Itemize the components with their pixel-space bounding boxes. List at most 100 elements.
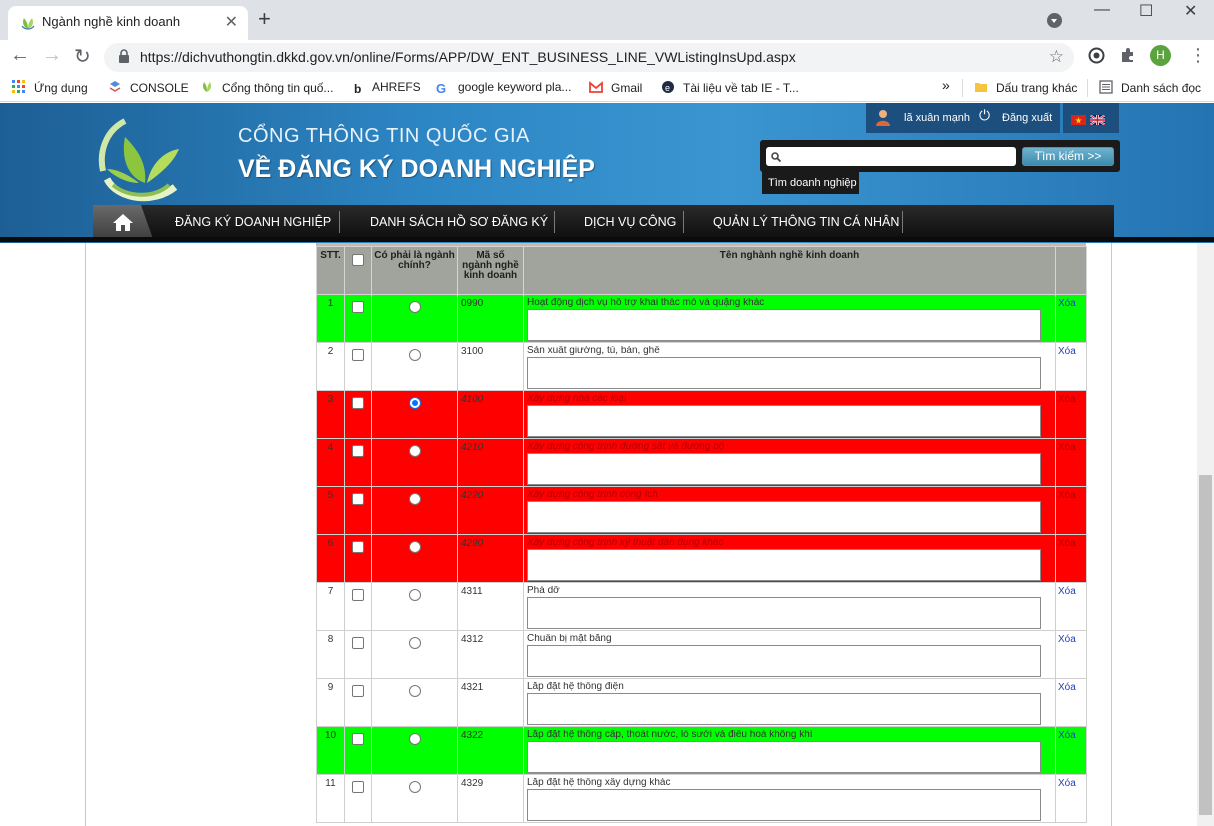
row-checkbox[interactable] — [352, 685, 364, 697]
bookmark-cong-thong-tin[interactable]: Cổng thông tin quố... — [200, 80, 333, 95]
business-line-detail-textarea[interactable] — [527, 357, 1041, 389]
delete-link[interactable]: Xóa — [1058, 442, 1076, 453]
main-line-radio[interactable] — [408, 589, 421, 601]
forward-arrow-icon[interactable]: → — [42, 44, 62, 67]
table-row: 2 3100 Sản xuất giường, tủ, bàn, ghế Xóa — [316, 342, 1087, 391]
delete-link[interactable]: Xóa — [1058, 490, 1076, 501]
business-line-detail-textarea[interactable] — [527, 405, 1041, 437]
business-line-detail-textarea[interactable] — [527, 549, 1041, 581]
logout-link[interactable]: Đăng xuất — [1002, 112, 1052, 124]
bookmark-ahrefs[interactable]: b AHREFS — [354, 80, 421, 96]
folder-icon — [975, 83, 987, 92]
window-minimize-icon[interactable]: — — [1094, 1, 1110, 19]
header-stt: STT. — [316, 246, 345, 295]
main-line-radio[interactable] — [408, 685, 421, 697]
row-code: 4210 — [457, 438, 524, 487]
vietnam-flag-icon[interactable] — [1071, 115, 1086, 125]
window-close-icon[interactable]: ✕ — [1184, 1, 1197, 21]
main-line-radio[interactable] — [408, 301, 421, 313]
bookmark-star-icon[interactable]: ☆ — [1049, 47, 1064, 67]
tab-close-icon[interactable]: ✕ — [225, 12, 238, 32]
row-checkbox[interactable] — [352, 397, 364, 409]
page-scrollbar[interactable] — [1197, 243, 1214, 826]
delete-link[interactable]: Xóa — [1058, 730, 1076, 741]
bookmark-console[interactable]: CONSOLE — [108, 80, 189, 95]
main-line-radio[interactable] — [408, 781, 421, 793]
browser-menu-icon[interactable]: ⋮ — [1189, 45, 1207, 66]
delete-link[interactable]: Xóa — [1058, 586, 1076, 597]
business-line-detail-textarea[interactable] — [527, 309, 1041, 341]
reading-list-icon — [1099, 80, 1113, 94]
main-line-radio[interactable] — [408, 349, 421, 361]
row-checkbox[interactable] — [352, 349, 364, 361]
back-arrow-icon[interactable]: ← — [10, 44, 30, 67]
tab-search-icon[interactable] — [1047, 13, 1062, 28]
home-button[interactable] — [93, 205, 153, 239]
user-name-link[interactable]: lã xuân mạnh — [904, 112, 970, 124]
business-line-detail-textarea[interactable] — [527, 645, 1041, 677]
bookmark-google-keyword[interactable]: Ggoogle keyword pla... — [436, 80, 571, 96]
row-name-cell: Xây dựng công trình đường sắt và đường b… — [523, 438, 1056, 487]
nav-personal-info[interactable]: QUẢN LÝ THÔNG TIN CÁ NHÂN — [713, 215, 899, 229]
puzzle-extensions-icon[interactable] — [1120, 47, 1136, 63]
browser-tab-active[interactable]: Ngành nghề kinh doanh ✕ — [8, 6, 248, 40]
business-line-detail-textarea[interactable] — [527, 453, 1041, 485]
nav-business-registration[interactable]: ĐĂNG KÝ DOANH NGHIỆP — [175, 215, 331, 229]
window-maximize-icon[interactable]: ☐ — [1139, 1, 1153, 21]
main-line-radio[interactable] — [408, 637, 421, 649]
delete-link[interactable]: Xóa — [1058, 634, 1076, 645]
select-all-checkbox[interactable] — [352, 254, 364, 266]
row-checkbox[interactable] — [352, 589, 364, 601]
user-bar: lã xuân mạnh ⏻ Đăng xuất — [866, 103, 1060, 133]
business-line-detail-textarea[interactable] — [527, 597, 1041, 629]
delete-link[interactable]: Xóa — [1058, 298, 1076, 309]
nav-public-services[interactable]: DỊCH VỤ CÔNG — [584, 215, 676, 229]
uk-flag-icon[interactable] — [1090, 115, 1105, 125]
delete-link[interactable]: Xóa — [1058, 682, 1076, 693]
bookmark-other-folder[interactable]: Dấu trang khác — [974, 80, 1077, 95]
main-line-radio[interactable] — [408, 733, 421, 745]
search-enterprise-tab[interactable]: Tìm doanh nghiệp — [762, 172, 859, 194]
search-icon — [771, 152, 781, 162]
bookmark-gmail[interactable]: Gmail — [589, 80, 642, 95]
delete-link[interactable]: Xóa — [1058, 538, 1076, 549]
row-checkbox[interactable] — [352, 781, 364, 793]
main-line-radio[interactable] — [408, 493, 421, 505]
row-checkbox[interactable] — [352, 445, 364, 457]
row-checkbox[interactable] — [352, 301, 364, 313]
bookmark-apps[interactable]: Ứng dụng — [12, 80, 88, 95]
business-line-detail-textarea[interactable] — [527, 501, 1041, 533]
nav-registration-list[interactable]: DANH SÁCH HỒ SƠ ĐĂNG KÝ — [370, 215, 548, 229]
row-checkbox[interactable] — [352, 637, 364, 649]
business-line-detail-textarea[interactable] — [527, 741, 1041, 773]
search-button[interactable]: Tìm kiếm >> — [1022, 147, 1114, 166]
extension-circle-icon[interactable] — [1088, 47, 1105, 64]
delete-link[interactable]: Xóa — [1058, 346, 1076, 357]
row-stt: 8 — [316, 630, 345, 679]
scrollbar-thumb[interactable] — [1199, 475, 1212, 815]
bookmark-ie-tab[interactable]: e Tài liệu về tab IE - T... — [661, 80, 799, 95]
business-line-detail-textarea[interactable] — [527, 693, 1041, 725]
address-bar[interactable]: https://dichvuthongtin.dkkd.gov.vn/onlin… — [104, 43, 1074, 72]
row-checkbox[interactable] — [352, 541, 364, 553]
power-icon[interactable]: ⏻ — [979, 107, 990, 124]
main-line-radio[interactable] — [408, 541, 421, 553]
bookmarks-overflow-chevron-icon[interactable]: » — [942, 77, 950, 93]
new-tab-plus-icon[interactable]: + — [258, 6, 271, 32]
business-line-name: Xây dựng công trình công ích — [527, 490, 658, 500]
reading-list-button[interactable]: Danh sách đọc — [1099, 80, 1201, 95]
row-checkbox[interactable] — [352, 733, 364, 745]
profile-avatar[interactable]: H — [1150, 45, 1171, 66]
main-line-radio[interactable] — [408, 445, 421, 457]
row-checkbox[interactable] — [352, 493, 364, 505]
row-code: 4290 — [457, 534, 524, 583]
delete-link[interactable]: Xóa — [1058, 394, 1076, 405]
delete-link[interactable]: Xóa — [1058, 778, 1076, 789]
reload-icon[interactable]: ↻ — [74, 44, 91, 69]
browser-toolbar: ← → ↻ https://dichvuthongtin.dkkd.gov.vn… — [0, 40, 1214, 74]
search-input[interactable] — [766, 147, 1016, 166]
row-main-radio-cell — [371, 534, 458, 583]
row-code: 3100 — [457, 342, 524, 391]
main-line-radio[interactable] — [408, 397, 421, 409]
business-line-detail-textarea[interactable] — [527, 789, 1041, 821]
